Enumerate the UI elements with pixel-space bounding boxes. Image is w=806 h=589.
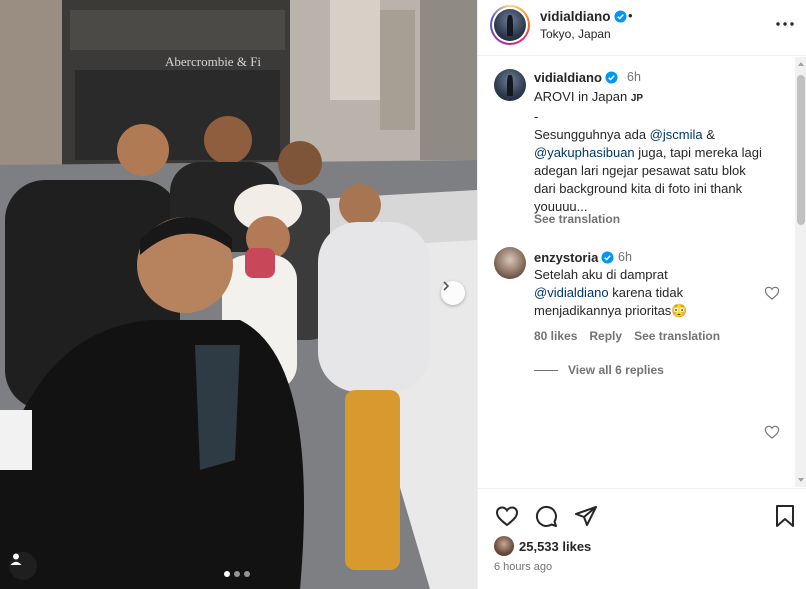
carousel-indicator xyxy=(224,571,250,577)
carousel-dot-active xyxy=(224,571,230,577)
comment-time[interactable]: 6h xyxy=(618,250,632,264)
post-photo[interactable]: Abercrombie & Fi xyxy=(0,0,477,589)
person-icon xyxy=(10,553,22,565)
commenter-avatar[interactable] xyxy=(494,247,526,279)
mention-link[interactable]: @vidialdiano xyxy=(534,285,609,300)
like-button[interactable] xyxy=(494,503,520,529)
verified-badge-icon xyxy=(605,71,618,84)
comment-button[interactable] xyxy=(533,503,559,529)
group-selfie-image: Abercrombie & Fi xyxy=(0,0,477,589)
caption-line: AROVI in Japan xyxy=(534,89,628,104)
mention-link[interactable]: @yakuphasibuan xyxy=(534,145,635,160)
comments-scrollbar[interactable] xyxy=(795,57,806,487)
comment-see-translation[interactable]: See translation xyxy=(634,329,720,343)
comment-bubble-icon xyxy=(535,505,557,527)
carousel-dot xyxy=(244,571,250,577)
comment-line: menjadikannya prioritas😳 xyxy=(534,303,688,318)
post-location[interactable]: Tokyo, Japan xyxy=(540,27,611,41)
liker-avatar[interactable] xyxy=(494,536,514,556)
replies-divider xyxy=(534,369,558,371)
header-separator: • xyxy=(628,8,633,23)
comment-text: Setelah aku di damprat @vidialdiano kare… xyxy=(534,266,754,320)
caption-line: Sesungguhnya ada xyxy=(534,127,650,142)
view-replies-button[interactable]: View all 6 replies xyxy=(534,363,664,377)
caption-time[interactable]: 6h xyxy=(627,70,641,84)
verified-badge-icon xyxy=(613,10,627,23)
paper-plane-icon xyxy=(575,506,597,526)
comment-line: Setelah aku di damprat xyxy=(534,267,668,282)
comment-line: karena tidak xyxy=(608,285,684,300)
chevron-right-icon xyxy=(443,281,450,291)
comment-meta: 80 likes Reply See translation xyxy=(534,329,720,343)
author-username[interactable]: vidialdiano xyxy=(540,9,627,24)
view-replies-label: View all 6 replies xyxy=(568,363,664,377)
caption-username[interactable]: vidialdiano xyxy=(534,70,618,85)
like-comment-heart-icon[interactable] xyxy=(764,424,780,440)
comments-section[interactable]: vidialdiano 6h AROVI in Japan JP - Sesun… xyxy=(478,57,796,487)
more-options-button[interactable] xyxy=(774,13,796,35)
caption-line: - xyxy=(534,109,539,124)
jp-flag-tag: JP xyxy=(630,93,644,104)
post-details-panel: vidialdiano • Tokyo, Japan vidialdiano 6… xyxy=(477,0,806,589)
post-actions: 25,533 likes 6 hours ago xyxy=(478,488,806,589)
scroll-down-arrow-icon[interactable] xyxy=(798,478,804,482)
mention-link[interactable]: @jscmila xyxy=(650,127,703,142)
comment-likes[interactable]: 80 likes xyxy=(534,329,577,343)
more-horizontal-icon xyxy=(776,22,794,26)
storefront-sign-text: Abercrombie & Fi xyxy=(165,54,261,69)
commenter-username[interactable]: enzystoria xyxy=(534,250,614,265)
comment-reply-button[interactable]: Reply xyxy=(589,329,622,343)
caption-line: dari background kita di foto ini thank xyxy=(534,181,743,196)
save-button[interactable] xyxy=(772,503,798,529)
caption-author-avatar[interactable] xyxy=(494,69,526,101)
scroll-up-arrow-icon[interactable] xyxy=(798,62,804,66)
caption-see-translation[interactable]: See translation xyxy=(534,212,620,226)
caption-text: AROVI in Japan JP - Sesungguhnya ada @js… xyxy=(534,88,774,216)
next-photo-button[interactable] xyxy=(441,281,465,305)
share-button[interactable] xyxy=(573,503,599,529)
carousel-dot xyxy=(234,571,240,577)
author-avatar[interactable] xyxy=(490,5,530,45)
tagged-users-button[interactable] xyxy=(9,552,37,580)
scrollbar-thumb[interactable] xyxy=(797,75,805,225)
verified-badge-icon xyxy=(601,251,614,264)
caption-line: & xyxy=(702,127,715,142)
likes-count[interactable]: 25,533 likes xyxy=(519,539,591,554)
caption-line: juga, tapi mereka lagi xyxy=(634,145,762,160)
post-header: vidialdiano • Tokyo, Japan xyxy=(478,0,806,56)
like-comment-heart-icon[interactable] xyxy=(764,285,780,301)
bookmark-icon xyxy=(776,505,794,527)
post-timestamp[interactable]: 6 hours ago xyxy=(494,561,552,573)
caption-line: adegan lari ngejar pesawat satu blok xyxy=(534,163,746,178)
heart-icon xyxy=(495,506,519,527)
